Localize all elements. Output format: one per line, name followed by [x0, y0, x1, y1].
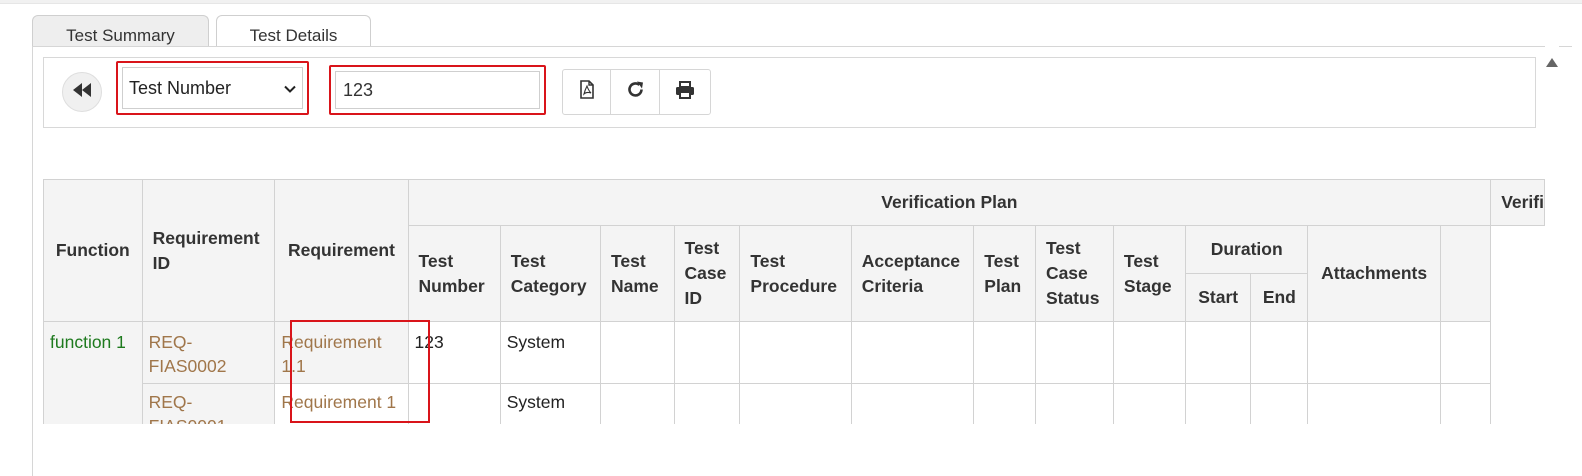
filter-select[interactable]: Test Number: [122, 67, 303, 109]
requirement-id-link[interactable]: REQ-FIAS0001: [141, 383, 276, 424]
rewind-button[interactable]: [62, 72, 102, 112]
filter-select-highlight: Test Number: [116, 61, 309, 115]
filter-input-highlight: [329, 65, 546, 115]
chevron-down-icon: [284, 78, 296, 99]
top-bar: [0, 0, 1582, 4]
cell-test-name: [599, 321, 675, 384]
cell-start: [1185, 383, 1252, 424]
header-verification-partial: Verifi: [1490, 179, 1545, 226]
cell-end: [1250, 321, 1309, 384]
cell-test-category: System: [499, 321, 601, 384]
cell-extra: [1439, 321, 1492, 384]
function-link[interactable]: function 1: [43, 321, 143, 424]
cell-start: [1185, 321, 1252, 384]
header-test-category: Test Category: [499, 225, 601, 322]
header-test-stage: Test Stage: [1112, 225, 1187, 322]
cell-test-number: 123: [407, 321, 501, 384]
vertical-scrollbar[interactable]: [1545, 46, 1559, 474]
cell-test-number: [407, 383, 501, 424]
cell-attachments: [1307, 321, 1441, 384]
cell-test-case-status: [1034, 321, 1114, 384]
table-row: REQ-FIAS0001 Requirement 1 System: [44, 383, 1545, 424]
header-verification-plan: Verification Plan: [407, 179, 1492, 226]
cell-test-procedure: [739, 321, 852, 384]
print-icon: [675, 80, 695, 104]
requirement-id-link[interactable]: REQ-FIAS0002: [141, 321, 276, 384]
header-test-name: Test Name: [599, 225, 675, 322]
requirement-link[interactable]: Requirement 1.1: [274, 321, 409, 384]
filter-input[interactable]: [335, 71, 540, 109]
requirement-link[interactable]: Requirement 1: [274, 383, 409, 424]
header-requirement: Requirement: [274, 179, 409, 322]
cell-test-plan: [973, 383, 1036, 424]
cell-test-stage: [1112, 383, 1187, 424]
header-test-case-id: Test Case ID: [673, 225, 741, 322]
header-acceptance-criteria: Acceptance Criteria: [850, 225, 975, 322]
table-viewport: Function Requirement ID Requirement Veri…: [43, 179, 1545, 424]
cell-attachments: [1307, 383, 1441, 424]
test-details-table: Function Requirement ID Requirement Veri…: [43, 179, 1545, 424]
refresh-icon: [626, 80, 645, 104]
print-button[interactable]: [660, 70, 710, 114]
cell-test-case-status: [1034, 383, 1114, 424]
cell-test-procedure: [739, 383, 852, 424]
scroll-up-icon[interactable]: [1546, 54, 1558, 72]
cell-test-category: System: [499, 383, 601, 424]
cell-acceptance-criteria: [850, 321, 975, 384]
header-requirement-id: Requirement ID: [141, 179, 276, 322]
header-test-case-status: Test Case Status: [1034, 225, 1114, 322]
export-pdf-button[interactable]: [563, 70, 612, 114]
tab-test-details[interactable]: Test Details: [216, 15, 371, 47]
cell-test-case-id: [673, 321, 741, 384]
cell-end: [1250, 383, 1309, 424]
cell-test-plan: [973, 321, 1036, 384]
header-test-plan: Test Plan: [973, 225, 1036, 322]
header-test-number: Test Number: [407, 225, 501, 322]
header-attachments: Attachments: [1307, 225, 1441, 322]
header-extra: [1439, 225, 1492, 322]
header-start: Start: [1185, 273, 1252, 322]
cell-test-case-id: [673, 383, 741, 424]
action-button-group: [562, 69, 711, 115]
table-row: function 1 REQ-FIAS0002 Requirement 1.1 …: [43, 321, 1545, 424]
header-function: Function: [43, 179, 143, 322]
tab-test-summary[interactable]: Test Summary: [32, 15, 209, 47]
refresh-button[interactable]: [611, 70, 660, 114]
header-test-procedure: Test Procedure: [739, 225, 852, 322]
cell-test-stage: [1112, 321, 1187, 384]
cell-acceptance-criteria: [850, 383, 975, 424]
header-duration: Duration: [1185, 225, 1309, 274]
header-end: End: [1250, 273, 1309, 322]
filter-select-value: Test Number: [129, 77, 232, 98]
rewind-icon: [73, 82, 91, 102]
pdf-icon: [579, 80, 595, 104]
cell-test-name: [599, 383, 675, 424]
cell-extra: [1439, 383, 1492, 424]
